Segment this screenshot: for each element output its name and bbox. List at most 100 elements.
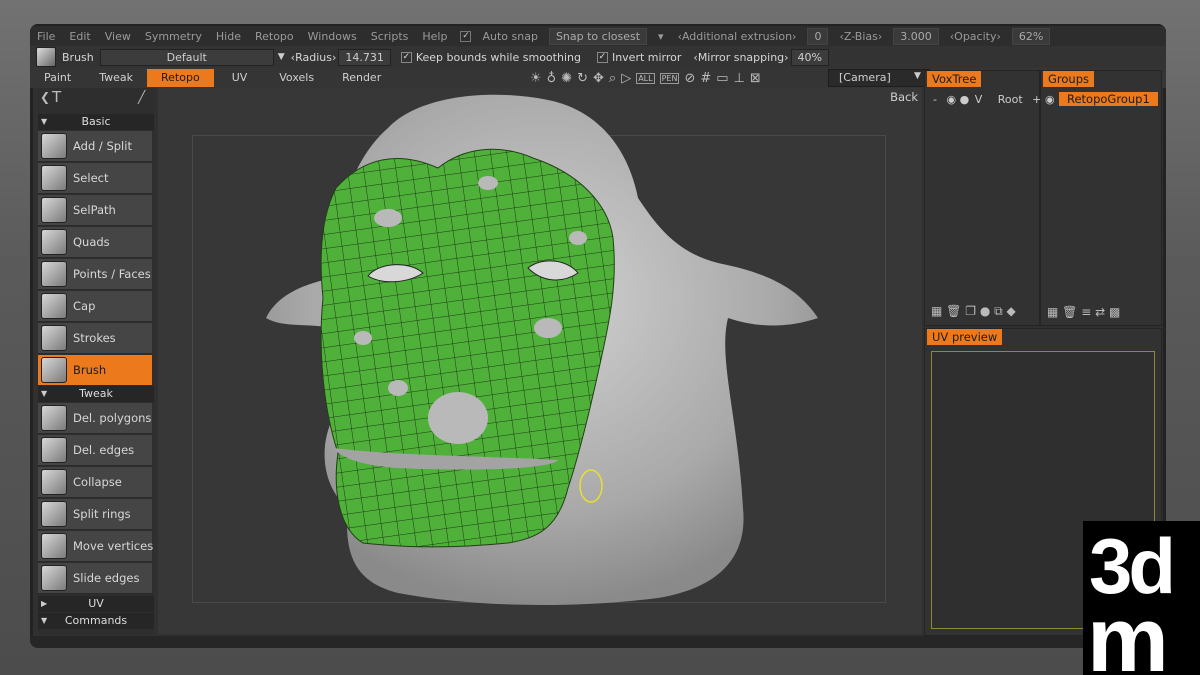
menu-edit[interactable]: Edit (62, 30, 97, 43)
tool-panel: ❮ T ╱ ▼ Basic Add / Split Select SelPath… (38, 88, 154, 634)
tab-uv[interactable]: UV (214, 69, 266, 87)
tool-collapse[interactable]: Collapse (38, 467, 152, 498)
eye-icon[interactable]: ◉ (946, 93, 956, 106)
section-uv[interactable]: ▶ UV (38, 596, 154, 612)
copy-icon[interactable]: ❐ (965, 304, 976, 318)
voxtree-title[interactable]: VoxTree (927, 71, 982, 87)
chevron-down-icon[interactable]: ▼ (278, 52, 285, 62)
grid-icon[interactable]: # (700, 71, 711, 86)
tool-label: Collapse (73, 475, 122, 489)
tool-del-edges[interactable]: Del. edges (38, 435, 152, 466)
zbias-value[interactable]: 3.000 (893, 27, 939, 45)
tab-render[interactable]: Render (328, 69, 395, 87)
menu-scripts[interactable]: Scripts (364, 30, 416, 43)
quads-icon (41, 229, 67, 255)
eye-icon[interactable]: ◉ (1045, 93, 1055, 106)
retopo-group-item[interactable]: RetopoGroup1 (1059, 92, 1158, 106)
fit-icon[interactable]: ⊠ (750, 71, 761, 86)
trash-icon[interactable]: 🗑 (1062, 305, 1077, 319)
section-basic[interactable]: ▼ Basic (38, 114, 154, 130)
opacity-value[interactable]: 62% (1011, 27, 1051, 45)
trash-icon[interactable]: 🗑 (946, 304, 961, 318)
frame-icon[interactable]: ▭ (716, 71, 728, 86)
folder-icon[interactable]: ▦ (931, 304, 942, 318)
collapse-tool-icon (41, 469, 67, 495)
section-commands[interactable]: ▼ Commands (38, 613, 154, 629)
tool-strokes[interactable]: Strokes (38, 323, 152, 354)
tool-brush[interactable]: Brush (38, 355, 152, 386)
tab-retopo[interactable]: Retopo (147, 69, 214, 87)
menu-help[interactable]: Help (415, 30, 454, 43)
3d-viewport[interactable]: Back (158, 88, 922, 634)
tool-points-faces[interactable]: Points / Faces (38, 259, 152, 290)
pen-icon[interactable]: PEN (659, 72, 680, 84)
mesh-gap (478, 176, 498, 190)
section-tweak[interactable]: ▼ Tweak (38, 386, 154, 402)
snap-mode-select[interactable]: Snap to closest (548, 27, 648, 45)
mirror-snapping-value[interactable]: 40% (790, 48, 829, 66)
chevron-down-icon[interactable]: ▼ (914, 71, 921, 81)
brush-tool-icon (36, 47, 56, 67)
tab-tweak[interactable]: Tweak (85, 69, 147, 87)
menu-windows[interactable]: Windows (301, 30, 364, 43)
move-icon[interactable]: ✥ (593, 71, 604, 86)
text-icon[interactable]: T (52, 88, 61, 106)
tool-slide-edges[interactable]: Slide edges (38, 563, 152, 594)
uv-preview-title[interactable]: UV preview (927, 329, 1003, 345)
zoom-icon[interactable]: ⌕ (609, 71, 616, 86)
tab-paint[interactable]: Paint (30, 69, 85, 87)
strokes-icon (41, 325, 67, 351)
no-icon[interactable]: ⊘ (684, 71, 695, 86)
chevron-down-icon[interactable]: ▾ (651, 30, 671, 43)
mesh-gap (374, 209, 402, 227)
radius-value[interactable]: 14.731 (338, 48, 391, 66)
tool-move-vertices[interactable]: Move vertices (38, 531, 153, 562)
minus-icon[interactable]: - (933, 93, 937, 106)
axis-icon[interactable]: ⊥ (734, 71, 745, 86)
arrow-icon[interactable]: ◆ (1007, 304, 1016, 318)
tool-label: Cap (73, 299, 96, 313)
rotate-icon[interactable]: ↻ (577, 71, 588, 86)
additional-extrusion-value[interactable]: 0 (807, 27, 829, 45)
tool-cap[interactable]: Cap (38, 291, 152, 322)
menu-view[interactable]: View (98, 30, 138, 43)
collapse-icon[interactable]: ❮ (40, 90, 50, 104)
app-window: File Edit View Symmetry Hide Retopo Wind… (30, 24, 1166, 648)
tool-del-polygons[interactable]: Del. polygons (38, 403, 152, 434)
voxtree-actions: ▦ 🗑 ❐ ● ⧉ ◆ (931, 304, 1016, 319)
grid-icon[interactable]: ▩ (1109, 305, 1120, 319)
sphere-icon[interactable]: ● (980, 304, 990, 318)
tab-voxels[interactable]: Voxels (265, 69, 328, 87)
tool-options-bar: Brush Default ▼ ‹Radius› 14.731 ✓ Keep b… (30, 46, 1166, 68)
light-icon[interactable]: ☀ (530, 71, 542, 86)
sun-icon[interactable]: ✺ (561, 71, 572, 86)
tool-selpath[interactable]: SelPath (38, 195, 152, 226)
menu-symmetry[interactable]: Symmetry (138, 30, 209, 43)
tool-select[interactable]: Select (38, 163, 152, 194)
cap-icon (41, 293, 67, 319)
groups-title[interactable]: Groups (1043, 71, 1095, 87)
stack-icon[interactable]: ≡ (1081, 305, 1091, 319)
folder-icon[interactable]: ▦ (1047, 305, 1058, 319)
sphere-icon: ● (959, 93, 970, 106)
tool-add-split[interactable]: Add / Split (38, 131, 152, 162)
preset-select[interactable]: Default (99, 48, 274, 66)
bulb-icon[interactable]: ♁ (547, 71, 557, 86)
selpath-icon (41, 197, 67, 223)
duplicate-icon[interactable]: ⧉ (994, 304, 1003, 318)
tool-split-rings[interactable]: Split rings (38, 499, 152, 530)
tool-label: Points / Faces (73, 267, 151, 281)
play-icon[interactable]: ▷ (621, 71, 631, 86)
invert-mirror-checkbox[interactable]: ✓ (596, 51, 608, 63)
tool-quads[interactable]: Quads (38, 227, 152, 258)
keep-bounds-checkbox[interactable]: ✓ (400, 51, 412, 63)
brush-settings-icon[interactable]: ╱ (138, 90, 145, 104)
viewport-toolbar: ☀ ♁ ✺ ↻ ✥ ⌕ ▷ ALL PEN ⊘ # ▭ ⊥ ⊠ (530, 68, 761, 88)
menu-file[interactable]: File (30, 30, 62, 43)
menu-hide[interactable]: Hide (209, 30, 248, 43)
menu-retopo[interactable]: Retopo (248, 30, 301, 43)
voxtree-root-row[interactable]: - ◉ ● V Root + (933, 93, 1041, 106)
auto-snap-checkbox[interactable]: ✓ (460, 30, 472, 42)
all-icon[interactable]: ALL (636, 72, 655, 84)
swap-icon[interactable]: ⇄ (1095, 305, 1105, 319)
